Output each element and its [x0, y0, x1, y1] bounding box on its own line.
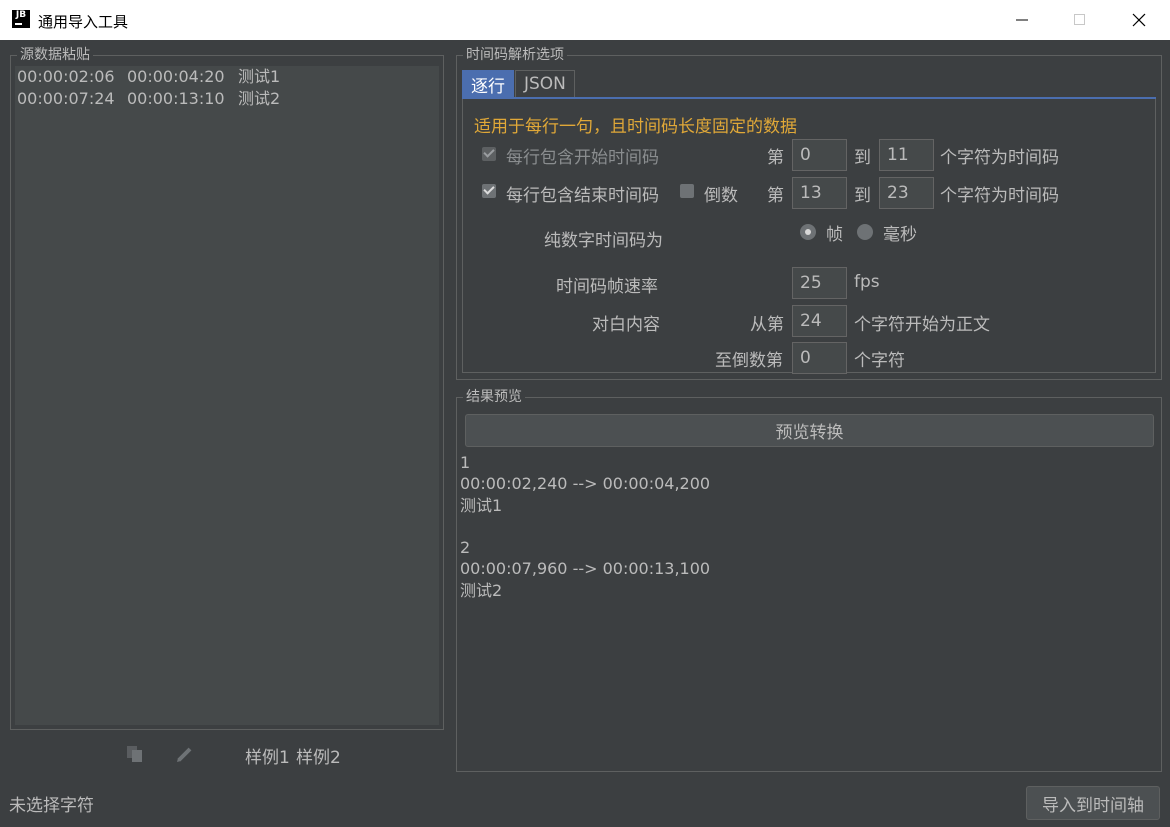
- hint-text: 适用于每行一句，且时间码长度固定的数据: [474, 117, 797, 137]
- end-di-label: 第: [767, 186, 784, 206]
- sample1-link[interactable]: 样例1: [245, 743, 290, 768]
- end-from-input[interactable]: [792, 177, 847, 209]
- end-to-label: 到: [854, 186, 871, 206]
- tab-json[interactable]: JSON: [515, 70, 575, 97]
- result-preview-panel: 结果预览 预览转换 1 00:00:02,240 --> 00:00:04,20…: [456, 389, 1162, 772]
- minimize-icon: [1016, 19, 1028, 21]
- edit-icon[interactable]: [176, 745, 194, 767]
- maximize-button[interactable]: [1051, 0, 1109, 40]
- tab-line-by-line[interactable]: 逐行: [462, 70, 514, 97]
- fps-unit-label: fps: [854, 272, 880, 292]
- start-from-input[interactable]: [792, 139, 847, 171]
- end-suffix-label: 个字符为时间码: [940, 186, 1059, 206]
- start-to-label: 到: [854, 148, 871, 168]
- start-di-label: 第: [767, 148, 784, 168]
- start-to-input[interactable]: [879, 139, 934, 171]
- preview-convert-button[interactable]: 预览转换: [465, 414, 1154, 447]
- reverse-checkbox[interactable]: [680, 184, 694, 198]
- close-icon: [1132, 13, 1146, 27]
- start-suffix-label: 个字符为时间码: [940, 148, 1059, 168]
- result-output-text[interactable]: 1 00:00:02,240 --> 00:00:04,200 测试1 2 00…: [460, 452, 710, 601]
- copy-icon[interactable]: [126, 745, 144, 767]
- import-to-timeline-button[interactable]: 导入到时间轴: [1026, 786, 1160, 820]
- sample2-link[interactable]: 样例2: [296, 743, 341, 768]
- dialog-from-label: 从第: [750, 315, 784, 335]
- millisecond-radio[interactable]: [857, 224, 873, 240]
- fps-label: 时间码帧速率: [556, 277, 658, 297]
- source-line: 00:00:07:24 00:00:13:10 测试2: [17, 89, 281, 108]
- title-bar: JB 通用导入工具: [0, 0, 1170, 40]
- dialog-content-label: 对白内容: [592, 315, 660, 335]
- dialog-to-suffix: 个字符: [854, 351, 905, 371]
- start-timecode-checkbox[interactable]: [482, 147, 496, 161]
- dialog-to-input[interactable]: [792, 342, 847, 374]
- frame-radio-label: 帧: [826, 225, 843, 245]
- result-preview-legend: 结果预览: [463, 389, 525, 405]
- timecode-options-legend: 时间码解析选项: [463, 47, 567, 63]
- frame-radio[interactable]: [800, 224, 816, 240]
- source-toolbar: 样例1 样例2: [0, 740, 450, 768]
- maximize-icon: [1074, 14, 1085, 25]
- numeric-timecode-label: 纯数字时间码为: [544, 231, 663, 251]
- end-to-input[interactable]: [879, 177, 934, 209]
- dialog-from-suffix: 个字符开始为正文: [854, 315, 990, 335]
- reverse-label: 倒数: [704, 186, 738, 206]
- source-data-panel: 源数据粘贴 00:00:02:06 00:00:04:20 测试1 00:00:07…: [10, 47, 444, 730]
- status-text: 未选择字符: [9, 796, 94, 816]
- dialog-to-label: 至倒数第: [715, 351, 783, 371]
- end-timecode-checkbox[interactable]: [482, 184, 496, 198]
- window-title: 通用导入工具: [38, 13, 129, 31]
- source-line: 00:00:02:06 00:00:04:20 测试1: [17, 67, 281, 86]
- end-timecode-label: 每行包含结束时间码: [506, 186, 659, 206]
- source-data-legend: 源数据粘贴: [17, 47, 93, 63]
- tab-bar: 逐行 JSON: [462, 70, 576, 98]
- app-logo-icon: JB: [12, 10, 30, 28]
- minimize-button[interactable]: [993, 0, 1051, 40]
- fps-input[interactable]: [792, 267, 847, 299]
- close-button[interactable]: [1110, 0, 1168, 40]
- source-data-textarea[interactable]: 00:00:02:06 00:00:04:20 测试1 00:00:07:24 00:…: [15, 66, 439, 725]
- start-timecode-label: 每行包含开始时间码: [506, 148, 659, 168]
- dialog-from-input[interactable]: [792, 305, 847, 337]
- millisecond-radio-label: 毫秒: [883, 225, 917, 245]
